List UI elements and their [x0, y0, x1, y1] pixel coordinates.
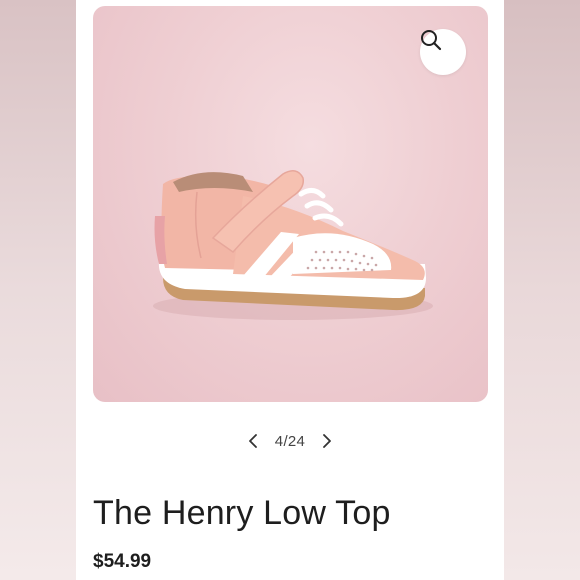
next-image-button[interactable]	[319, 431, 335, 451]
search-button[interactable]	[420, 29, 466, 75]
product-panel: 4/24 The Henry Low Top $54.99	[76, 0, 504, 580]
left-background-blur	[0, 0, 76, 580]
previous-image-button[interactable]	[245, 431, 261, 451]
chevron-left-icon	[248, 434, 257, 448]
image-counter: 4/24	[274, 432, 306, 450]
right-background-blur	[504, 0, 580, 580]
chevron-right-icon	[323, 434, 332, 448]
product-price: $54.99	[93, 551, 152, 572]
search-icon	[421, 30, 442, 51]
product-title: The Henry Low Top	[93, 494, 391, 532]
product-image[interactable]	[93, 6, 488, 402]
image-pager: 4/24	[76, 428, 504, 454]
